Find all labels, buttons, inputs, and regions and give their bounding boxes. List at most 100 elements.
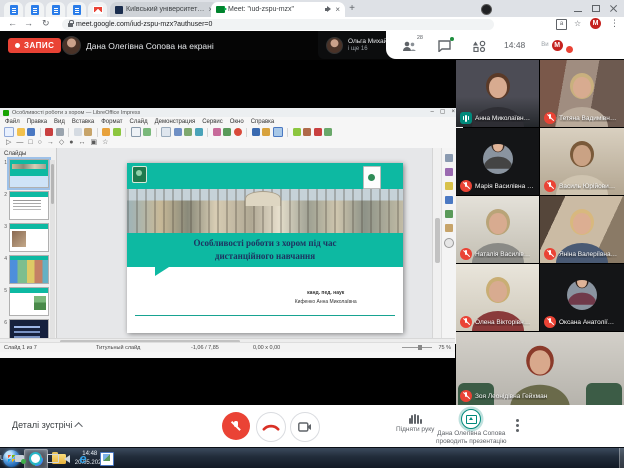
tray-app-icon[interactable] <box>29 452 42 465</box>
participant-tile[interactable]: Василь Юрійови… <box>540 128 624 195</box>
sidebar-gallery-icon[interactable] <box>445 210 453 218</box>
toolbar-icon-outline-view[interactable] <box>184 128 192 136</box>
toolbar-icon-print[interactable] <box>56 128 64 136</box>
participants-icon[interactable]: 28 <box>402 39 416 51</box>
toolbar-icon-notes[interactable] <box>195 128 203 136</box>
menu-format[interactable]: Формат <box>101 119 122 125</box>
draw-ellipse-icon[interactable]: ○ <box>38 138 42 148</box>
toolbar-icon-master[interactable] <box>324 128 332 136</box>
slide-thumbnail-5[interactable] <box>9 287 49 316</box>
impress-restore-button[interactable]: ▢ <box>440 108 446 117</box>
sidebar-master-icon[interactable] <box>445 196 453 204</box>
toolbar-icon-undo[interactable] <box>102 128 110 136</box>
slide-thumbnail-row[interactable]: 2 <box>2 191 52 222</box>
menu-view[interactable]: Вид <box>54 119 65 125</box>
slide-thumbnail-row[interactable]: 1 <box>2 159 52 190</box>
menu-insert[interactable]: Вставка <box>72 119 94 125</box>
impress-title-bar[interactable]: Особливості роботи з хором — LibreOffice… <box>0 108 461 117</box>
toolbar-icon-duplicate-slide[interactable] <box>303 128 311 136</box>
toolbar-icon-display-grid[interactable] <box>161 127 171 137</box>
participant-tile[interactable]: Зоя Леонідівна Гейхман <box>456 332 624 405</box>
pinned-tab-gmail[interactable] <box>88 2 107 17</box>
draw-callout-icon[interactable]: ▣ <box>90 138 97 148</box>
draw-select-icon[interactable]: ▷ <box>6 138 11 148</box>
address-bar[interactable]: meet.google.com/iud-zspu-mzx?authuser=0 <box>62 19 494 30</box>
volume-icon[interactable] <box>64 455 70 463</box>
sidebar-shapes-icon[interactable] <box>445 224 453 232</box>
pinned-tab-docs-3[interactable] <box>46 2 65 17</box>
toolbar-icon-textbox[interactable] <box>252 128 260 136</box>
toolbar-icon-gallery[interactable] <box>262 128 270 136</box>
slide-thumbnail-2[interactable] <box>9 191 49 220</box>
draw-circle-icon[interactable]: ● <box>69 138 73 148</box>
toolbar-icon-delete-slide[interactable] <box>314 128 322 136</box>
slide-thumbnail-row[interactable]: 5 <box>2 287 52 318</box>
back-icon[interactable]: ← <box>8 17 17 30</box>
toolbar-icon-start-slideshow[interactable] <box>273 127 283 137</box>
pinned-tab-docs-1[interactable] <box>4 2 23 17</box>
status-zoom-level[interactable]: 75 % <box>438 345 451 351</box>
safely-remove-hardware-icon[interactable] <box>15 455 24 462</box>
forward-icon[interactable]: → <box>24 17 33 30</box>
pinned-tab-docs-4[interactable] <box>67 2 86 17</box>
toolbar-icon-spelling[interactable] <box>143 128 151 136</box>
bookmark-star-icon[interactable]: ☆ <box>574 17 581 30</box>
tab-university[interactable]: Київський університет імені Бо… × <box>110 2 218 17</box>
sidebar-properties-icon[interactable] <box>445 154 453 162</box>
menu-file[interactable]: Файл <box>5 119 20 125</box>
camera-toggle-button[interactable] <box>290 412 320 442</box>
browser-menu-icon[interactable]: ⋮ <box>610 17 619 30</box>
participant-tile[interactable]: Оксана Анатолії… <box>540 264 624 331</box>
menu-tools[interactable]: Сервис <box>202 119 223 125</box>
draw-connector-icon[interactable]: ↔ <box>78 138 85 148</box>
window-minimize-button[interactable] <box>574 5 582 12</box>
raise-hand-button[interactable]: Підняти руку <box>396 413 434 433</box>
slide-thumbnail-row[interactable]: 4 <box>2 255 52 286</box>
sidebar-animation-icon[interactable] <box>445 182 453 190</box>
toolbar-icon-pdf[interactable] <box>45 128 53 136</box>
impress-minimize-button[interactable]: – <box>430 108 433 117</box>
toolbar-icon-paste[interactable] <box>84 128 92 136</box>
draw-line-icon[interactable]: — <box>16 138 23 148</box>
window-maximize-button[interactable] <box>592 5 600 12</box>
toolbar-icon-table[interactable] <box>213 128 221 136</box>
presenting-status[interactable]: Дана Олегівна Сопова проводить презентац… <box>436 409 506 446</box>
menu-help[interactable]: Справка <box>251 119 275 125</box>
toolbar-icon-find[interactable] <box>131 127 141 137</box>
toolbar-icon-slide-view[interactable] <box>174 128 182 136</box>
show-desktop-button[interactable] <box>619 448 624 468</box>
toolbar-icon-record[interactable] <box>234 128 242 136</box>
mic-toggle-button[interactable] <box>222 412 250 440</box>
translate-icon[interactable]: a <box>556 19 567 30</box>
toolbar-icon-save[interactable] <box>27 128 35 136</box>
zoom-slider[interactable] <box>402 347 432 348</box>
reload-icon[interactable]: ↻ <box>42 17 50 30</box>
participant-tile[interactable]: Яніна Валеріївна… <box>540 196 624 263</box>
tab-audio-icon[interactable] <box>325 6 332 13</box>
slides-panel-scrollbar[interactable] <box>50 160 55 344</box>
activities-icon[interactable] <box>472 39 486 51</box>
slide-thumbnail-4[interactable] <box>9 255 49 284</box>
menu-slide[interactable]: Слайд <box>130 119 148 125</box>
toolbar-icon-insert-slide[interactable] <box>293 128 301 136</box>
taskbar-app-button[interactable] <box>96 449 118 468</box>
menu-slideshow[interactable]: Демонстрация <box>155 119 196 125</box>
participant-tile[interactable]: Наталія Василів… <box>456 196 539 263</box>
profile-avatar[interactable]: M <box>590 18 601 29</box>
tab-close-icon[interactable]: × <box>335 5 340 14</box>
sidebar-navigator-icon[interactable] <box>444 238 454 248</box>
pinned-tab-docs-2[interactable] <box>25 2 44 17</box>
toolbar-icon-redo[interactable] <box>113 128 121 136</box>
tab-meet-active[interactable]: Meet: "iud-zspu-mzx" × <box>211 2 345 17</box>
toolbar-icon-new[interactable] <box>4 127 14 137</box>
sidebar-transition-icon[interactable] <box>445 168 453 176</box>
participant-tile[interactable]: Олена Вікторівн… <box>456 264 539 331</box>
chat-icon[interactable] <box>438 39 452 51</box>
toolbar-icon-image[interactable] <box>223 128 231 136</box>
menu-window[interactable]: Окно <box>230 119 244 125</box>
slide-thumbnail-row[interactable]: 3 <box>2 223 52 254</box>
draw-diamond-icon[interactable]: ◇ <box>59 138 64 148</box>
participant-tile[interactable]: Марія Василівна … <box>456 128 539 195</box>
toolbar-icon-cut[interactable] <box>74 128 82 136</box>
slide-thumbnail-3[interactable] <box>9 223 49 252</box>
